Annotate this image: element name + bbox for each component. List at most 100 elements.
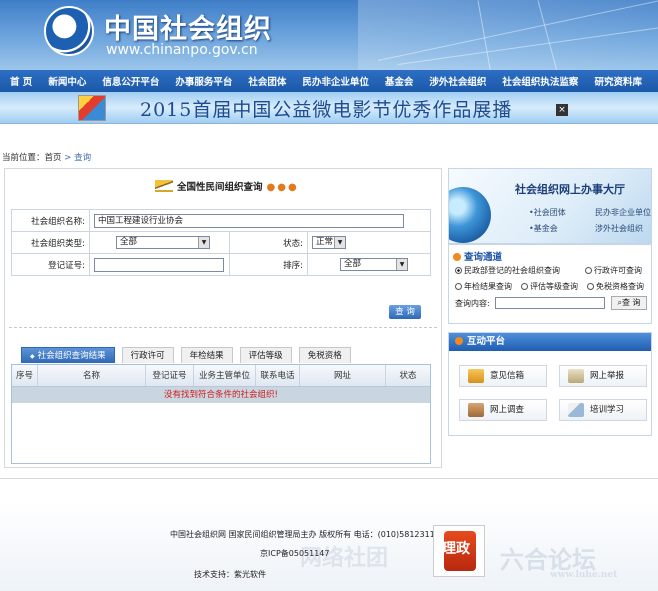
training-label: 培训学习 (590, 405, 625, 415)
footer-copyright: 中国社会组织网 国家民间组织管理局主办 版权所有 电话：(010)5812311… (170, 530, 440, 539)
col-supervisor: 业务主管单位 (194, 365, 256, 386)
status-value: 正常 (316, 237, 334, 247)
col-status: 状态 (399, 371, 417, 381)
option-label: 年检结果查询 (464, 282, 512, 291)
radio-checked-icon (455, 267, 462, 274)
chevron-down-icon: ▼ (334, 237, 345, 248)
nav-item-research[interactable]: 研究资料库 (594, 74, 642, 88)
side-query-button-label: 查 询 (621, 298, 641, 307)
reg-number-label: 登记证号: (11, 253, 90, 276)
online-report-button[interactable]: 网上举报 (559, 365, 647, 387)
option-annual-inspection[interactable]: 年检结果查询 (455, 281, 512, 292)
tab-tax-exemption[interactable]: 免税资格 (298, 347, 351, 363)
nav-item-service-platform[interactable]: 办事服务平台 (175, 74, 232, 88)
government-seal-icon[interactable]: 理政 (433, 525, 485, 577)
link-private-nonenterprise[interactable]: 民办非企业单位 (595, 207, 651, 218)
mailbox-icon (468, 369, 484, 383)
search-panel: 全国性民间组织查询 ●●● 社会组织名称: 中国工程建设行业协会 社会组织类型: … (4, 168, 442, 468)
col-website: 网址 (300, 365, 386, 386)
option-ministry-registered[interactable]: 民政部登记的社会组织查询 (455, 265, 560, 276)
service-hall-title: 社会组织网上办事大厅 (515, 183, 625, 196)
dots-icon: ●●● (266, 182, 299, 193)
col-name: 名称 (38, 365, 146, 386)
org-type-select[interactable]: 全部 ▼ (116, 236, 210, 249)
link-foundations[interactable]: •基金会 (529, 223, 558, 234)
radio-icon (521, 283, 528, 290)
query-content-label: 查询内容: (455, 299, 490, 308)
status-select[interactable]: 正常 ▼ (312, 236, 346, 249)
site-logo[interactable] (44, 6, 94, 56)
option-evaluation[interactable]: 评估等级查询 (521, 281, 578, 292)
col-reg-number: 登记证号 (146, 365, 194, 386)
online-survey-button[interactable]: 网上调查 (459, 399, 547, 421)
main-nav: 首 页 新闻中心 信息公开平台 办事服务平台 社会团体 民办非企业单位 基金会 … (0, 70, 658, 92)
tab-annual-inspection[interactable]: 年检结果 (180, 347, 233, 363)
side-query-button[interactable]: ⌕查 询 (611, 296, 647, 310)
reg-number-input[interactable] (94, 257, 224, 272)
query-button[interactable]: 查 询 (389, 305, 421, 319)
report-icon (568, 369, 584, 383)
nav-item-social-groups[interactable]: 社会团体 (248, 74, 286, 88)
site-title[interactable]: 中国社会组织 (104, 7, 272, 46)
pencil-icon (568, 403, 584, 417)
org-name-input[interactable]: 中国工程建设行业协会 (94, 213, 404, 228)
interaction-platform: 互动平台 意见信箱 网上举报 网上调查 培训学习 (448, 332, 652, 436)
film-festival-icon (78, 95, 106, 121)
query-channel: 查询通道 民政部登记的社会组织查询 行政许可查询 年检结果查询 评估等级查询 免… (448, 244, 652, 324)
search-form: 社会组织名称: 中国工程建设行业协会 社会组织类型: 全部 ▼ 状态: 正常 ▼ 登… (11, 209, 431, 276)
results-empty-message: 没有找到符合条件的社会组织! (12, 387, 430, 403)
bridge-graphic (358, 0, 658, 70)
status-label: 状态: (229, 231, 308, 254)
sort-select[interactable]: 全部 ▼ (340, 258, 408, 271)
feedback-mailbox-button[interactable]: 意见信箱 (459, 365, 547, 387)
tab-query-results[interactable]: 社会组织查询结果 (21, 347, 115, 363)
site-header: 中国社会组织 www.chinanpo.gov.cn (0, 0, 658, 70)
banner-close-icon[interactable]: × (556, 104, 568, 116)
sort-value: 全部 (344, 259, 362, 269)
radio-icon (587, 283, 594, 290)
sort-label: 排序: (229, 253, 308, 276)
org-type-value: 全部 (120, 237, 138, 247)
nav-item-info-platform[interactable]: 信息公开平台 (102, 74, 159, 88)
org-type-label: 社会组织类型: (11, 231, 90, 254)
nav-item-news[interactable]: 新闻中心 (48, 74, 86, 88)
promo-banner[interactable]: 2015首届中国公益微电影节优秀作品展播 × (0, 92, 658, 124)
query-content-input[interactable] (495, 297, 605, 309)
footer-tech-support: 技术支持：紫光软件 (194, 570, 266, 579)
search-title: 全国性民间组织查询 ●●● (155, 179, 299, 193)
forum-watermark-url: www.luhe.net (550, 570, 618, 580)
option-tax-exempt[interactable]: 免税资格查询 (587, 281, 644, 292)
result-tabs: 社会组织查询结果 行政许可 年检结果 评估等级 免税资格 (21, 347, 358, 363)
feedback-mailbox-label: 意见信箱 (490, 371, 525, 381)
option-admin-license[interactable]: 行政许可查询 (585, 265, 642, 276)
nav-item-foreign-orgs[interactable]: 涉外社会组织 (429, 74, 486, 88)
link-foreign-orgs[interactable]: 涉外社会组织 (595, 223, 643, 234)
tab-admin-license[interactable]: 行政许可 (121, 347, 174, 363)
banner-text[interactable]: 2015首届中国公益微电影节优秀作品展播 (140, 95, 512, 122)
search-title-text: 全国性民间组织查询 (177, 182, 263, 193)
nav-item-home[interactable]: 首 页 (10, 74, 32, 88)
footer-divider (0, 478, 658, 479)
col-phone: 联系电话 (256, 365, 300, 386)
breadcrumb-label: 当前位置： (2, 153, 45, 163)
nav-item-private-nonenterprise[interactable]: 民办非企业单位 (302, 74, 369, 88)
online-service-hall-banner[interactable]: 社会组织网上办事大厅 •社会团体 民办非企业单位 •基金会 涉外社会组织 (448, 168, 652, 244)
nav-item-foundations[interactable]: 基金会 (385, 74, 414, 88)
watermark: 网络社团 (300, 545, 389, 571)
nav-item-law-enforcement[interactable]: 社会组织执法监察 (502, 74, 578, 88)
forum-watermark: 六合论坛 www.luhe.net (500, 540, 617, 580)
option-label: 民政部登记的社会组织查询 (464, 266, 560, 275)
breadcrumb-current: 查询 (74, 153, 92, 163)
tab-evaluation-level[interactable]: 评估等级 (239, 347, 292, 363)
link-social-groups[interactable]: •社会团体 (529, 207, 566, 218)
chevron-down-icon: ▼ (198, 237, 209, 248)
training-button[interactable]: 培训学习 (559, 399, 647, 421)
briefcase-icon (468, 403, 484, 417)
breadcrumb-home[interactable]: 首页 (45, 153, 62, 163)
breadcrumb: 当前位置：首页 > 查询 (2, 151, 91, 163)
globe-icon (449, 187, 491, 243)
option-label: 免税资格查询 (596, 282, 644, 291)
interaction-title: 互动平台 (449, 333, 651, 351)
pen-icon (155, 180, 173, 192)
breadcrumb-separator: > (64, 153, 72, 163)
